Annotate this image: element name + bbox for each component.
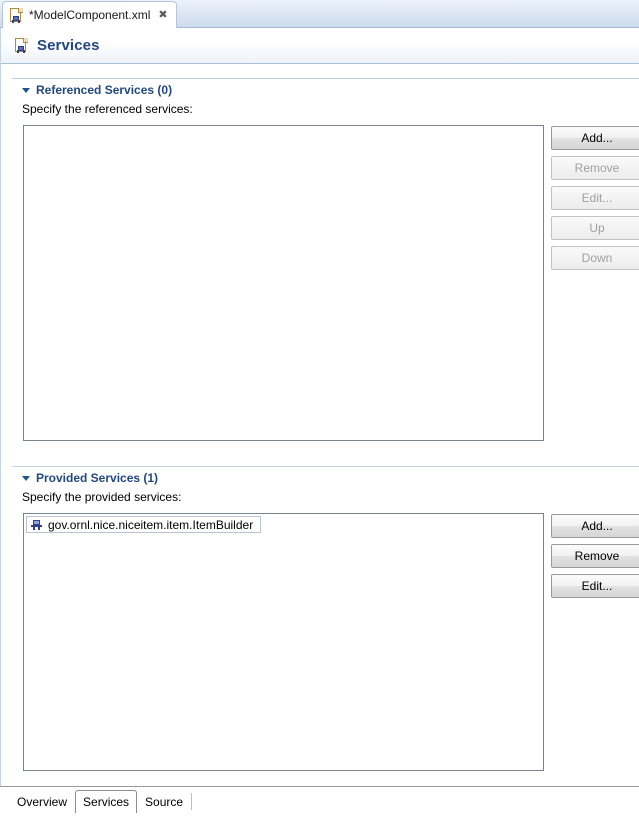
referenced-services-down-button: Down [551,246,639,270]
form-header: Services [1,28,639,64]
tab-overview[interactable]: Overview [9,790,76,813]
section-referenced-services: Referenced Services (0) Specify the refe… [22,82,622,116]
provided-services-edit-button[interactable]: Edit... [551,574,639,598]
editor-tab-strip: *ModelComponent.xml ✖ [0,0,639,28]
services-page-icon [14,38,29,53]
provided-services-header[interactable]: Provided Services (1) [22,470,622,486]
section-provided-services: Provided Services (1) Specify the provid… [22,470,622,504]
referenced-services-edit-button: Edit... [551,186,639,210]
provided-services-separator [12,466,639,467]
provided-services-description: Specify the provided services: [22,490,182,504]
referenced-services-title: Referenced Services (0) [36,83,173,97]
chevron-down-icon[interactable] [22,87,30,93]
tab-services[interactable]: Services [75,790,138,813]
xml-component-file-icon [9,7,24,23]
service-component-icon [30,519,43,530]
page-tab-divider [191,793,193,810]
referenced-services-separator [12,78,639,79]
provided-services-list[interactable]: gov.ornl.nice.niceitem.item.ItemBuilder [23,513,544,771]
referenced-services-header[interactable]: Referenced Services (0) [22,82,622,98]
list-item[interactable]: gov.ornl.nice.niceitem.item.ItemBuilder [26,516,261,533]
provided-services-title: Provided Services (1) [36,471,159,485]
provided-services-add-button[interactable]: Add... [551,514,639,538]
referenced-services-add-button[interactable]: Add... [551,126,639,150]
provided-services-remove-button[interactable]: Remove [551,544,639,568]
list-item-label: gov.ornl.nice.niceitem.item.ItemBuilder [48,517,254,532]
referenced-services-list[interactable] [23,125,544,441]
page-title: Services [37,37,100,54]
referenced-services-up-button: Up [551,216,639,240]
editor-tab-label: *ModelComponent.xml [29,8,151,22]
referenced-services-description: Specify the referenced services: [22,102,193,116]
tab-source[interactable]: Source [137,790,192,813]
chevron-down-icon[interactable] [22,475,30,481]
editor-tab-modelcomponent-xml[interactable]: *ModelComponent.xml ✖ [2,1,177,28]
page-tab-bar: Overview Services Source [0,787,639,821]
referenced-services-remove-button: Remove [551,156,639,180]
close-icon[interactable]: ✖ [158,9,167,21]
editor-left-border [0,28,1,821]
